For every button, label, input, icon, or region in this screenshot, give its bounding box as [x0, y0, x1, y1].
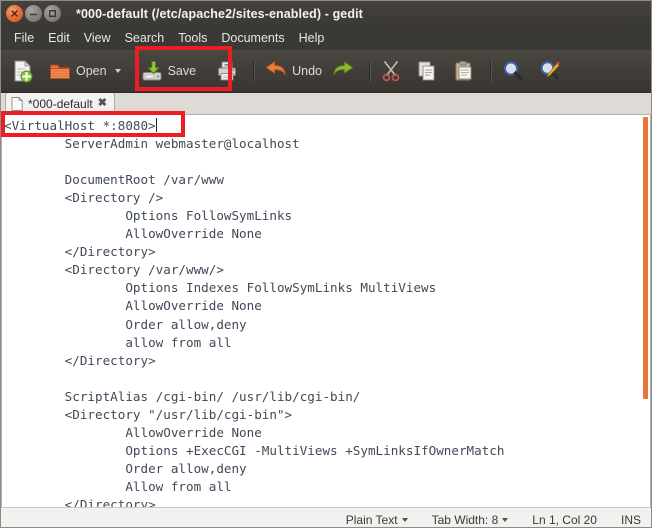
save-button[interactable]: Save: [136, 54, 202, 88]
menu-item-file[interactable]: File: [7, 29, 41, 47]
open-folder-icon: [49, 60, 71, 82]
cursor-position: Ln 1, Col 20: [520, 513, 609, 527]
scissors-icon: [381, 60, 401, 82]
scrollbar-thumb[interactable]: [643, 117, 648, 399]
save-label: Save: [167, 64, 197, 78]
language-label: Plain Text: [345, 512, 398, 527]
close-icon[interactable]: [6, 5, 23, 22]
clipboard-icon: [453, 60, 475, 82]
open-button[interactable]: Open: [44, 54, 126, 88]
menu-item-view[interactable]: View: [77, 29, 118, 47]
menu-bar: File Edit View Search Tools Documents He…: [1, 26, 651, 50]
toolbar-separator-1: [253, 60, 256, 82]
tab-000-default[interactable]: *000-default ✖: [5, 92, 115, 114]
window-title: *000-default (/etc/apache2/sites-enabled…: [76, 6, 363, 21]
maximize-icon[interactable]: [44, 5, 61, 22]
search-icon: [502, 60, 524, 82]
minimize-glyph: [29, 13, 38, 16]
toolbar-separator-2: [368, 60, 371, 82]
tab-title: *000-default: [28, 96, 93, 111]
undo-arrow-icon: [265, 61, 287, 81]
undo-button[interactable]: Undo: [260, 54, 327, 88]
menu-item-help[interactable]: Help: [292, 29, 332, 47]
new-document-button[interactable]: [7, 54, 44, 88]
menu-item-search[interactable]: Search: [118, 29, 172, 47]
insert-mode: INS: [609, 513, 641, 527]
find-button[interactable]: [497, 54, 534, 88]
copy-icon: [416, 60, 438, 82]
window-controls: [6, 5, 61, 22]
tab-width-selector[interactable]: Tab Width: 8: [420, 513, 521, 527]
chevron-down-icon[interactable]: [114, 69, 121, 73]
redo-button[interactable]: [327, 54, 364, 88]
menu-item-tools[interactable]: Tools: [171, 29, 214, 47]
text-editor[interactable]: <VirtualHost *:8080> ServerAdmin webmast…: [2, 115, 650, 507]
menu-item-edit[interactable]: Edit: [41, 29, 77, 47]
replace-button[interactable]: [534, 54, 571, 88]
minimize-icon[interactable]: [25, 5, 42, 22]
print-button[interactable]: [211, 54, 248, 88]
editor-area[interactable]: <VirtualHost *:8080> ServerAdmin webmast…: [1, 115, 651, 507]
gedit-window: *000-default (/etc/apache2/sites-enabled…: [0, 0, 652, 528]
language-selector[interactable]: Plain Text: [334, 513, 420, 527]
new-document-icon: [12, 59, 34, 83]
undo-label: Undo: [292, 64, 322, 78]
open-label: Open: [76, 64, 107, 78]
close-glyph: [11, 10, 18, 17]
chevron-down-icon[interactable]: [401, 517, 408, 522]
tab-width-label: Tab Width: 8: [431, 512, 499, 527]
vertical-scrollbar[interactable]: [639, 115, 650, 507]
paste-button[interactable]: [448, 54, 485, 88]
print-icon: [216, 60, 238, 82]
menu-item-documents[interactable]: Documents: [214, 29, 291, 47]
cursor-position-label: Ln 1, Col 20: [532, 512, 597, 527]
editor-body: ServerAdmin webmaster@localhost Document…: [64, 136, 505, 507]
tab-bar: *000-default ✖: [1, 92, 651, 115]
status-bar: Plain Text Tab Width: 8 Ln 1, Col 20 INS: [1, 507, 651, 527]
insert-mode-label: INS: [620, 512, 641, 527]
maximize-glyph: [49, 10, 56, 17]
document-icon: [11, 96, 23, 111]
title-bar: *000-default (/etc/apache2/sites-enabled…: [1, 1, 651, 26]
tab-close-icon[interactable]: ✖: [98, 98, 107, 109]
find-replace-icon: [539, 60, 561, 82]
toolbar-separator-3: [489, 60, 492, 82]
cut-button[interactable]: [376, 54, 411, 88]
text-caret: [155, 118, 157, 132]
redo-arrow-icon: [332, 61, 354, 81]
editor-first-line: <VirtualHost *:8080>: [4, 118, 156, 133]
toolbar: Open Save Undo: [1, 50, 651, 93]
save-disk-icon: [141, 60, 163, 82]
copy-button[interactable]: [411, 54, 448, 88]
chevron-down-icon[interactable]: [502, 517, 509, 522]
